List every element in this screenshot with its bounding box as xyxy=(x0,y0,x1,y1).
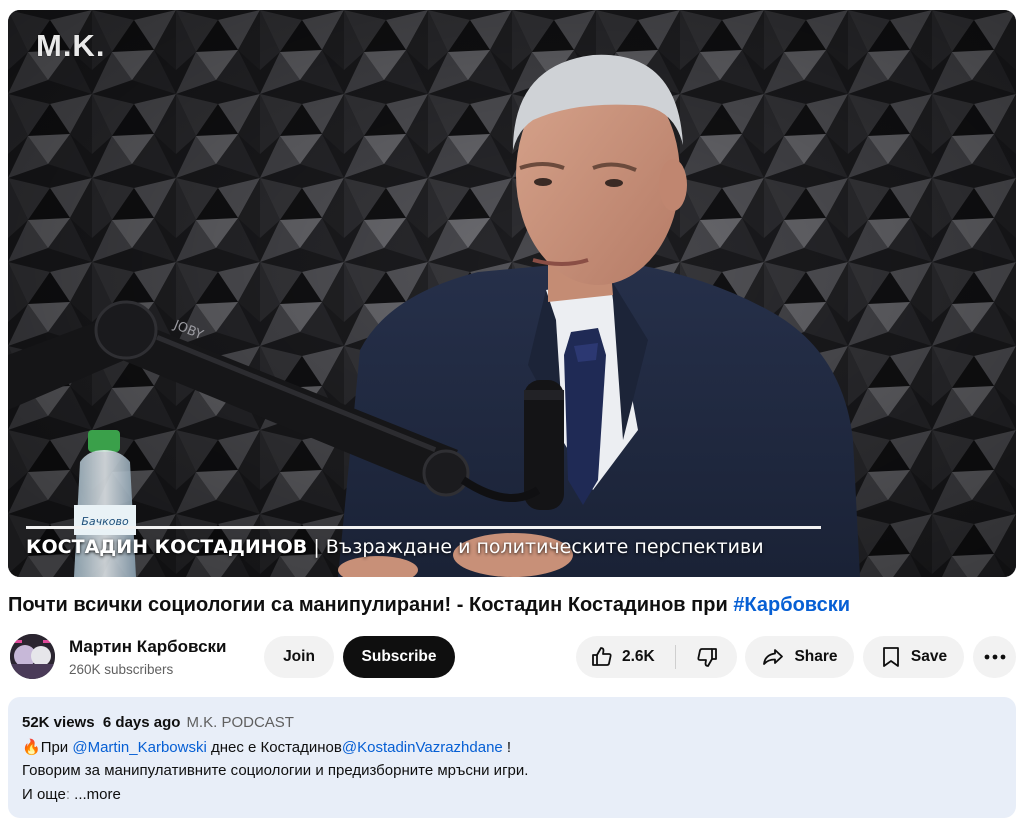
bookmark-icon xyxy=(882,647,899,667)
show-more-button[interactable]: ...more xyxy=(70,786,121,803)
upload-age: 6 days ago xyxy=(102,714,181,731)
save-button[interactable]: Save xyxy=(863,636,964,678)
join-button[interactable]: Join xyxy=(264,636,334,678)
dislike-button[interactable] xyxy=(676,636,737,678)
video-title: Почти всички социологии са манипулирани!… xyxy=(8,594,850,617)
like-button[interactable]: 2.6K xyxy=(576,636,675,678)
channel-avatar[interactable] xyxy=(10,634,55,679)
lower-third-rule xyxy=(26,526,821,529)
subscriber-count: 260K subscribers xyxy=(69,662,174,677)
like-count: 2.6K xyxy=(622,648,655,665)
description-tag: M.K. PODCAST xyxy=(186,714,294,731)
video-title-text: Почти всички социологии са манипулирани!… xyxy=(8,594,734,616)
description-line-2: Говорим за манипулативните социологии и … xyxy=(22,762,529,779)
description-text: При xyxy=(40,739,73,756)
video-frame: Бачково JOBY xyxy=(8,10,1016,577)
more-horizontal-icon xyxy=(984,654,1005,660)
description-box[interactable]: 52K views 6 days ago M.K. PODCAST 🔥При @M… xyxy=(8,697,1016,818)
lower-third-caption: КОСТАДИН КОСТАДИНОВ | Възраждане и полит… xyxy=(26,536,764,558)
like-dislike-group: 2.6K xyxy=(576,636,737,678)
share-arrow-icon xyxy=(763,649,784,665)
fire-emoji-icon: 🔥 xyxy=(22,739,41,756)
thumbs-down-icon xyxy=(696,648,717,667)
channel-logo-watermark: M.K. xyxy=(36,28,106,63)
share-button[interactable]: Share xyxy=(745,636,854,678)
description-text: ! xyxy=(502,739,512,756)
description-line-3: И още: ...more xyxy=(22,786,121,803)
view-count: 52K views xyxy=(22,714,95,731)
thumbs-up-icon xyxy=(592,647,612,666)
lower-third-name: КОСТАДИН КОСТАДИНОВ xyxy=(26,536,308,558)
subscribe-button[interactable]: Subscribe xyxy=(343,636,455,678)
title-hashtag-link[interactable]: #Карбовски xyxy=(733,594,850,616)
mention-link-kostadin[interactable]: @KostadinVazrazhdane xyxy=(342,739,503,756)
description-line-1: 🔥При @Martin_Karbowski днес е Костадинов… xyxy=(22,738,511,756)
save-label: Save xyxy=(910,648,948,665)
mention-link-martin[interactable]: @Martin_Karbowski xyxy=(72,739,206,756)
description-text: днес е Костадинов xyxy=(206,739,342,756)
share-label: Share xyxy=(794,648,838,665)
more-actions-button[interactable] xyxy=(973,636,1016,678)
lower-third-topic: | Възраждане и политическите перспективи xyxy=(307,536,764,558)
description-meta: 52K views 6 days ago M.K. PODCAST xyxy=(22,714,294,731)
channel-name-link[interactable]: Мартин Карбовски xyxy=(69,637,227,657)
description-text: И още xyxy=(22,786,66,803)
video-player[interactable]: Бачково JOBY M.K. КОСТАДИН КОСТАДИНОВ | … xyxy=(8,10,1016,577)
